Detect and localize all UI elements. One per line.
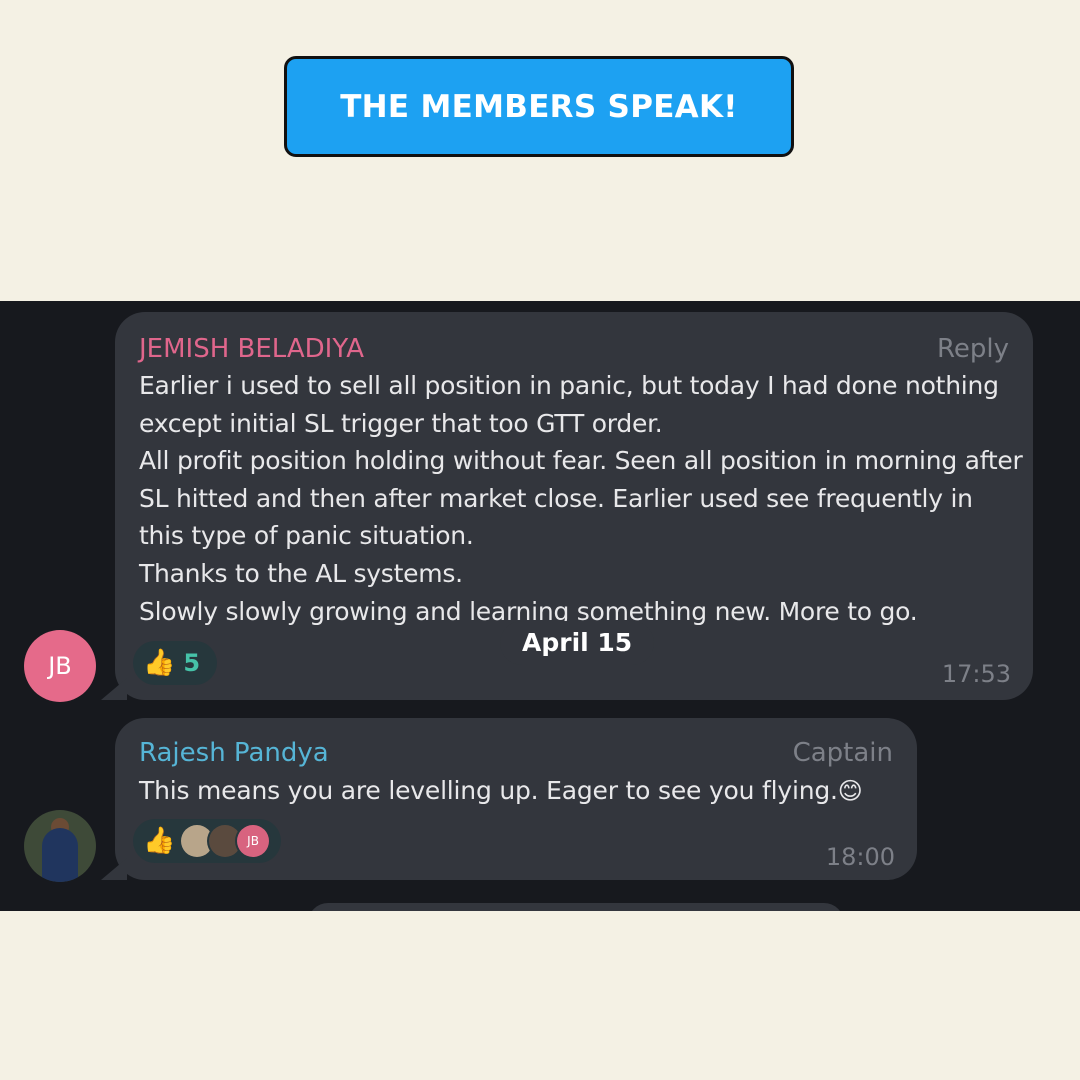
message-text: This means you are levelling up. Eager t… — [139, 772, 899, 811]
message-text: Earlier i used to sell all position in p… — [139, 371, 1023, 626]
smile-emoji-icon: 😊 — [837, 777, 863, 805]
avatar-initials: JB — [48, 652, 72, 680]
thumbs-up-icon: 👍 — [143, 826, 176, 856]
reply-link[interactable]: Reply — [937, 334, 1009, 364]
role-badge: Captain — [792, 738, 893, 768]
reaction-chip[interactable]: 👍 JB — [133, 819, 281, 863]
message-text-body: This means you are levelling up. Eager t… — [139, 776, 838, 805]
message-time: 18:00 — [825, 843, 895, 871]
thumbs-up-icon: 👍 — [143, 648, 176, 678]
page-title: THE MEMBERS SPEAK! — [340, 88, 738, 125]
reactor-avatar: JB — [235, 823, 271, 859]
page-title-banner: THE MEMBERS SPEAK! — [284, 56, 794, 157]
message-time: 17:53 — [941, 660, 1011, 688]
date-separator: April 15 — [500, 621, 655, 665]
bubble-tail — [101, 678, 127, 700]
avatar[interactable]: JB — [24, 630, 96, 702]
avatar-photo-body — [42, 828, 78, 882]
bubble-tail — [101, 858, 127, 880]
chat-panel: JEMISH BELADIYA Reply Earlier i used to … — [0, 301, 1080, 911]
sender-name[interactable]: JEMISH BELADIYA — [139, 334, 364, 364]
message-bubble[interactable]: Rajesh Pandya Captain This means you are… — [101, 718, 917, 880]
avatar[interactable] — [24, 810, 96, 882]
reaction-chip[interactable]: 👍 5 — [133, 641, 217, 685]
message-bubble-partial — [308, 903, 844, 911]
reaction-count: 5 — [183, 649, 201, 677]
sender-name[interactable]: Rajesh Pandya — [139, 738, 329, 768]
reactor-initials: JB — [247, 834, 259, 848]
